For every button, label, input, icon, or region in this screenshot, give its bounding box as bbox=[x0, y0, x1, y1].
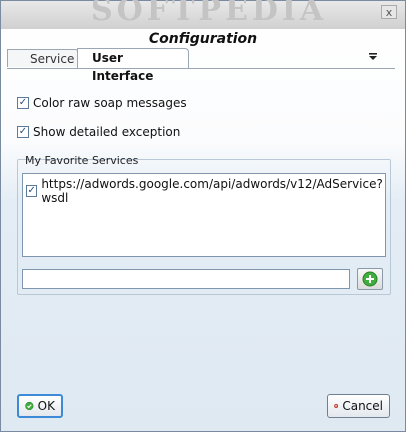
plus-circle-icon bbox=[362, 271, 378, 287]
cancel-button[interactable]: Cancel bbox=[327, 394, 390, 418]
service-item-checkbox[interactable]: ✓ bbox=[26, 185, 38, 197]
show-detailed-exception-checkbox[interactable]: ✓ bbox=[17, 126, 29, 138]
show-detailed-exception-option[interactable]: ✓ Show detailed exception bbox=[17, 125, 180, 139]
overflow-menu-icon[interactable] bbox=[367, 51, 379, 65]
tab-strip: Service User Interface bbox=[7, 48, 395, 83]
service-url: https://adwords.google.com/api/adwords/v… bbox=[41, 177, 383, 205]
favorite-services-label: My Favorite Services bbox=[25, 154, 139, 167]
tab-user-interface[interactable]: User Interface bbox=[77, 48, 189, 83]
list-item[interactable]: ✓ https://adwords.google.com/api/adwords… bbox=[26, 177, 385, 205]
dialog-title: Configuration bbox=[148, 31, 258, 47]
watermark: SOFTPEDIA bbox=[91, 0, 328, 28]
tab-divider bbox=[7, 68, 395, 69]
add-service-button[interactable] bbox=[357, 268, 383, 290]
tab-service[interactable]: Service bbox=[7, 49, 79, 67]
show-detailed-exception-label: Show detailed exception bbox=[33, 125, 181, 139]
configuration-window: SOFTPEDIA x Configuration Service User I… bbox=[0, 0, 406, 432]
favorite-services-list[interactable]: ✓ https://adwords.google.com/api/adwords… bbox=[22, 173, 386, 257]
new-service-input[interactable] bbox=[22, 269, 350, 289]
ok-button[interactable]: OK bbox=[17, 394, 63, 418]
color-raw-soap-option[interactable]: ✓ Color raw soap messages bbox=[17, 96, 187, 110]
color-raw-soap-checkbox[interactable]: ✓ bbox=[17, 97, 29, 109]
title-bar[interactable]: SOFTPEDIA x bbox=[1, 0, 405, 29]
check-circle-icon bbox=[25, 401, 34, 411]
close-icon[interactable]: x bbox=[381, 5, 397, 19]
color-raw-soap-label: Color raw soap messages bbox=[33, 96, 187, 110]
cancel-label: Cancel bbox=[342, 399, 383, 413]
x-circle-icon bbox=[334, 403, 339, 409]
ok-label: OK bbox=[37, 399, 55, 413]
